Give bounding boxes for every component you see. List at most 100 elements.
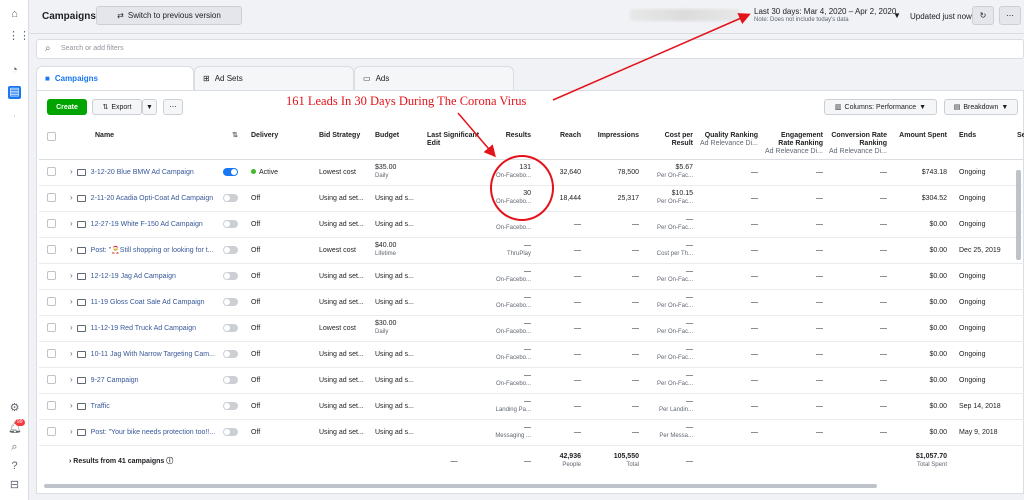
export-dropdown-button[interactable]: ▼ (142, 99, 157, 115)
column-bid-strategy[interactable]: Bid Strategy (313, 127, 369, 160)
row-checkbox[interactable] (39, 159, 63, 186)
campaign-name-link[interactable]: 2-11-20 Acadia Opti-Coat Ad Campaign (91, 195, 213, 202)
campaign-name-link[interactable]: Post: "🎅Still shopping or looking for t.… (91, 247, 214, 254)
select-all[interactable] (39, 127, 63, 160)
delivery-toggle[interactable] (223, 271, 238, 280)
campaign-name[interactable]: › 12-12-19 Jag Ad Campaign (63, 263, 223, 290)
toggle-cell[interactable] (223, 211, 247, 238)
table-row[interactable]: › 11-12-19 Red Truck Ad Campaign Off Lowest… (39, 315, 1024, 342)
delivery-toggle[interactable] (223, 427, 238, 436)
horizontal-scrollbar[interactable] (44, 484, 877, 488)
chevron-right-icon[interactable]: › (69, 458, 71, 465)
row-checkbox[interactable] (39, 367, 63, 394)
campaign-name-link[interactable]: Traffic (91, 403, 110, 410)
campaign-name-link[interactable]: 11-12-19 Red Truck Ad Campaign (91, 325, 196, 332)
columns-dropdown[interactable]: ▥ Columns: Performance ▼ (824, 99, 937, 115)
create-button[interactable]: Create (47, 99, 87, 115)
campaign-name-link[interactable]: 12-12-19 Jag Ad Campaign (91, 273, 176, 280)
tab-ads[interactable]: ▭ Ads (354, 66, 514, 90)
info-icon[interactable]: ⓘ (166, 458, 173, 465)
chevron-down-icon[interactable]: ▼ (893, 11, 901, 20)
table-row[interactable]: › 10-11 Jag With Narrow Targeting Cam... O… (39, 341, 1024, 368)
column-impressions[interactable]: Impressions (587, 127, 645, 160)
column-name[interactable]: Name (63, 127, 223, 160)
toggle-cell[interactable] (223, 341, 247, 368)
sort-icon[interactable]: ⇅ (223, 127, 247, 160)
more-options-button[interactable]: ⋯ (999, 6, 1021, 25)
campaign-name[interactable]: › 3-12-20 Blue BMW Ad Campaign (63, 159, 223, 186)
row-checkbox[interactable] (39, 393, 63, 420)
table-row[interactable]: › Post: "Your bike needs protection too!!… (39, 419, 1024, 446)
help-icon[interactable]: ? (8, 460, 21, 473)
row-checkbox[interactable] (39, 419, 63, 446)
tab-campaigns[interactable]: ■ Campaigns (36, 66, 194, 90)
reports-icon[interactable]: ⊟ (8, 479, 21, 492)
toggle-cell[interactable] (223, 393, 247, 420)
chevron-right-icon[interactable]: › (70, 245, 73, 254)
campaign-name-link[interactable]: 11-19 Gloss Coat Sale Ad Campaign (91, 299, 205, 306)
toggle-cell[interactable] (223, 289, 247, 316)
chevron-right-icon[interactable]: › (70, 323, 73, 332)
tab-ad-sets[interactable]: ⊞ Ad Sets (194, 66, 354, 90)
row-checkbox[interactable] (39, 289, 63, 316)
table-row[interactable]: › Traffic Off Using ad set... Using ad s... —… (39, 393, 1024, 420)
campaign-name-link[interactable]: 3-12-20 Blue BMW Ad Campaign (91, 169, 194, 176)
campaign-name[interactable]: › 11-19 Gloss Coat Sale Ad Campaign (63, 289, 223, 316)
row-checkbox[interactable] (39, 341, 63, 368)
toggle-cell[interactable] (223, 367, 247, 394)
column-amount-spent[interactable]: Amount Spent (893, 127, 953, 160)
delivery-toggle[interactable] (223, 219, 238, 228)
chevron-right-icon[interactable]: › (70, 219, 73, 228)
delivery-toggle[interactable] (223, 375, 238, 384)
row-checkbox[interactable] (39, 185, 63, 212)
refresh-button[interactable]: ↻ (972, 6, 994, 25)
table-row[interactable]: › 12-12-19 Jag Ad Campaign Off Using ad set… (39, 263, 1024, 290)
campaign-name[interactable]: › 11-12-19 Red Truck Ad Campaign (63, 315, 223, 342)
toggle-cell[interactable] (223, 185, 247, 212)
toggle-cell[interactable] (223, 419, 247, 446)
switch-version-button[interactable]: ⇄ Switch to previous version (96, 6, 242, 25)
campaign-name[interactable]: › 12-27-19 White F-150 Ad Campaign (63, 211, 223, 238)
table-row[interactable]: › Post: "🎅Still shopping or looking for t… (39, 237, 1024, 264)
delivery-toggle[interactable] (223, 297, 238, 306)
settings-icon[interactable]: ⚙ (8, 402, 21, 415)
delivery-toggle[interactable] (223, 401, 238, 410)
delivery-toggle[interactable] (223, 323, 238, 332)
campaign-name[interactable]: › Traffic (63, 393, 223, 420)
chevron-right-icon[interactable]: › (70, 349, 73, 358)
column-budget[interactable]: Budget (369, 127, 421, 160)
export-button[interactable]: ⇅ Export (92, 99, 142, 115)
delivery-toggle[interactable] (223, 349, 238, 358)
toggle-cell[interactable] (223, 315, 247, 342)
campaign-name-link[interactable]: Post: "Your bike needs protection too!!.… (91, 429, 215, 436)
row-checkbox[interactable] (39, 263, 63, 290)
column-reach[interactable]: Reach (537, 127, 587, 160)
column-delivery[interactable]: Delivery (247, 127, 313, 160)
row-checkbox[interactable] (39, 315, 63, 342)
campaign-name[interactable]: › 10-11 Jag With Narrow Targeting Cam... (63, 341, 223, 368)
delivery-toggle[interactable] (223, 167, 238, 176)
date-range[interactable]: Last 30 days: Mar 4, 2020 – Apr 2, 2020 (754, 7, 896, 16)
table-row[interactable]: › 9-27 Campaign Off Using ad set... Using ad… (39, 367, 1024, 394)
chevron-right-icon[interactable]: › (70, 375, 73, 384)
home-icon[interactable]: ⌂ (8, 8, 21, 21)
more-actions-button[interactable]: ⋯ (163, 99, 183, 115)
column-last-edit[interactable]: Last Significant Edit (421, 127, 487, 160)
row-checkbox[interactable] (39, 237, 63, 264)
chevron-right-icon[interactable]: › (70, 297, 73, 306)
campaign-name-link[interactable]: 10-11 Jag With Narrow Targeting Cam... (91, 351, 215, 358)
toggle-cell[interactable] (223, 237, 247, 264)
search-filter-bar[interactable]: ⌕ Search or add filters (36, 39, 1024, 59)
delivery-toggle[interactable] (223, 245, 238, 254)
campaign-name-link[interactable]: 9-27 Campaign (91, 377, 139, 384)
table-row[interactable]: › 11-19 Gloss Coat Sale Ad Campaign Off Usi… (39, 289, 1024, 316)
column-conversion-ranking[interactable]: Conversion Rate Ranking Ad Relevance Di..… (829, 127, 893, 160)
campaign-name-link[interactable]: 12-27-19 White F-150 Ad Campaign (91, 221, 203, 228)
chevron-right-icon[interactable]: › (70, 401, 73, 410)
column-results[interactable]: Results (487, 127, 537, 160)
campaign-name[interactable]: › Post: "🎅Still shopping or looking for t… (63, 237, 223, 264)
search-input[interactable]: Search or add filters (61, 45, 124, 52)
search-icon[interactable]: ⌕ (8, 441, 21, 454)
chevron-right-icon[interactable]: › (70, 427, 73, 436)
breakdown-dropdown[interactable]: ▤ Breakdown ▼ (944, 99, 1018, 115)
